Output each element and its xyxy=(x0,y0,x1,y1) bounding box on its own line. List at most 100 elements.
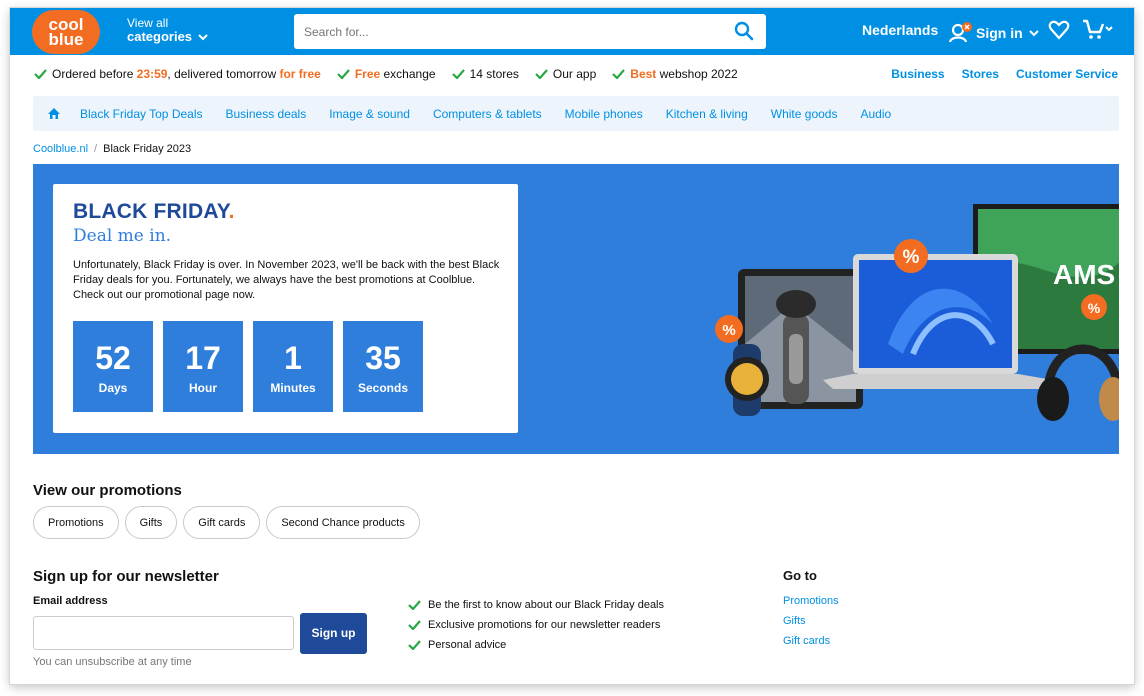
countdown-hours-label: Hour xyxy=(189,381,217,395)
badge-percent-3: % xyxy=(1088,300,1101,316)
nav-white-goods[interactable]: White goods xyxy=(771,107,838,121)
chevron-down-icon xyxy=(1028,30,1039,37)
nav-business-deals[interactable]: Business deals xyxy=(226,107,307,121)
goto-links: Go to Promotions Gifts Gift cards xyxy=(783,568,839,651)
pill-gifts[interactable]: Gifts xyxy=(124,506,178,539)
badge-percent-1: % xyxy=(903,247,920,268)
goto-gifts[interactable]: Gifts xyxy=(783,611,839,631)
categories-top-label: View all xyxy=(127,16,169,30)
benefit-text: Be the first to know about our Black Fri… xyxy=(428,599,665,611)
nav-black-friday-top-deals[interactable]: Black Friday Top Deals xyxy=(80,107,203,121)
usp-app: Our app xyxy=(535,67,596,81)
coolblue-logo[interactable]: cool blue xyxy=(32,10,100,54)
breadcrumb-home[interactable]: Coolblue.nl xyxy=(33,143,88,155)
usp-bar: Ordered before 23:59, delivered tomorrow… xyxy=(34,67,738,81)
signup-button[interactable]: Sign up xyxy=(300,613,367,654)
breadcrumb: Coolblue.nl / Black Friday 2023 xyxy=(33,143,191,155)
usp-stores-text: 14 stores xyxy=(469,67,519,81)
pill-second-chance[interactable]: Second Chance products xyxy=(266,506,420,539)
wishlist-heart-icon[interactable] xyxy=(1048,19,1070,41)
goto-gift-cards[interactable]: Gift cards xyxy=(783,631,839,651)
benefit-text: Personal advice xyxy=(428,639,507,651)
check-icon xyxy=(535,69,548,79)
unsubscribe-note: You can unsubscribe at any time xyxy=(33,656,192,668)
benefit-item: Personal advice xyxy=(408,635,664,655)
top-links: Business Stores Customer Service xyxy=(891,67,1118,81)
search-box xyxy=(294,14,766,49)
usp-app-text: Our app xyxy=(552,67,597,81)
countdown-seconds: 35 Seconds xyxy=(343,321,423,412)
goto-promotions[interactable]: Promotions xyxy=(783,591,839,611)
check-icon xyxy=(408,620,421,630)
chevron-down-icon xyxy=(198,34,209,41)
all-categories-menu[interactable]: View all categories xyxy=(127,16,209,44)
check-icon xyxy=(408,600,421,610)
discount-badge-icon: % xyxy=(715,315,743,343)
language-switch[interactable]: Nederlands xyxy=(862,22,938,38)
search-input[interactable] xyxy=(294,14,714,49)
tv-brand-text: AMS xyxy=(1053,259,1115,290)
categories-bottom-label: categories xyxy=(127,29,193,44)
countdown-card: BLACK FRIDAY. Deal me in. Unfortunately,… xyxy=(53,184,518,433)
usp-exchange-free: Free xyxy=(354,67,381,81)
nav-mobile-phones[interactable]: Mobile phones xyxy=(565,107,643,121)
usp-stores: 14 stores xyxy=(451,67,519,81)
hero-title-dot: . xyxy=(228,200,235,223)
newsletter-heading: Sign up for our newsletter xyxy=(33,568,219,585)
countdown: 52 Days 17 Hour 1 Minutes 35 Seconds xyxy=(73,321,423,412)
user-icon xyxy=(948,22,972,43)
signin-label: Sign in xyxy=(976,25,1023,41)
usp-best-webshop: Best webshop 2022 xyxy=(612,67,738,81)
usp-delivery: Ordered before 23:59, delivered tomorrow… xyxy=(34,67,321,81)
link-business[interactable]: Business xyxy=(891,67,944,81)
benefit-text: Exclusive promotions for our newsletter … xyxy=(428,619,661,631)
benefit-item: Be the first to know about our Black Fri… xyxy=(408,595,664,615)
hero-title: BLACK FRIDAY. xyxy=(73,200,235,224)
countdown-days: 52 Days xyxy=(73,321,153,412)
email-field[interactable] xyxy=(33,616,294,650)
breadcrumb-separator: / xyxy=(94,143,98,155)
search-icon[interactable] xyxy=(734,21,754,41)
check-icon xyxy=(451,69,465,79)
nav-kitchen-living[interactable]: Kitchen & living xyxy=(666,107,748,121)
usp-delivery-pre: Ordered before xyxy=(52,67,137,81)
countdown-days-label: Days xyxy=(98,381,128,395)
promotions-heading: View our promotions xyxy=(33,482,182,499)
headphones-image xyxy=(1037,344,1119,421)
signin-button[interactable]: Sign in xyxy=(948,22,1040,44)
benefit-item: Exclusive promotions for our newsletter … xyxy=(408,615,664,635)
pill-gift-cards[interactable]: Gift cards xyxy=(183,506,261,539)
usp-best-rest: webshop 2022 xyxy=(656,67,738,81)
link-customer-service[interactable]: Customer Service xyxy=(1016,67,1118,81)
usp-delivery-mid: , delivered tomorrow xyxy=(167,67,280,81)
usp-best-word: Best xyxy=(630,67,657,81)
link-stores[interactable]: Stores xyxy=(962,67,999,81)
browser-frame: cool blue View all categories Nederlands… xyxy=(10,8,1134,684)
countdown-seconds-label: Seconds xyxy=(357,381,408,395)
nav-image-sound[interactable]: Image & sound xyxy=(329,107,410,121)
pill-promotions[interactable]: Promotions xyxy=(33,506,119,539)
shopping-cart-icon[interactable] xyxy=(1082,18,1114,42)
discount-badge-icon: % xyxy=(1081,294,1107,320)
home-icon[interactable] xyxy=(47,107,61,120)
email-label: Email address xyxy=(33,595,108,607)
usp-delivery-free: for free xyxy=(279,67,321,81)
breadcrumb-current: Black Friday 2023 xyxy=(103,143,192,155)
countdown-hours: 17 Hour xyxy=(163,321,243,412)
check-icon xyxy=(408,640,421,650)
nav-audio[interactable]: Audio xyxy=(860,107,891,121)
newsletter-benefits: Be the first to know about our Black Fri… xyxy=(408,595,664,655)
goto-heading: Go to xyxy=(783,568,817,583)
hero-products-illustration: AMS % % % xyxy=(715,204,1119,421)
nav-computers-tablets[interactable]: Computers & tablets xyxy=(433,107,542,121)
check-icon xyxy=(612,69,626,79)
usp-delivery-text: Ordered before 23:59, delivered tomorrow… xyxy=(52,67,321,81)
check-icon xyxy=(337,69,350,79)
hero-subtitle: Deal me in. xyxy=(73,226,172,246)
usp-exchange-rest: exchange xyxy=(380,67,436,81)
countdown-minutes-label: Minutes xyxy=(270,381,316,395)
countdown-hours-value: 17 xyxy=(185,340,221,376)
countdown-minutes: 1 Minutes xyxy=(253,321,333,412)
check-icon xyxy=(34,69,47,79)
logo-line-2: blue xyxy=(48,30,84,49)
